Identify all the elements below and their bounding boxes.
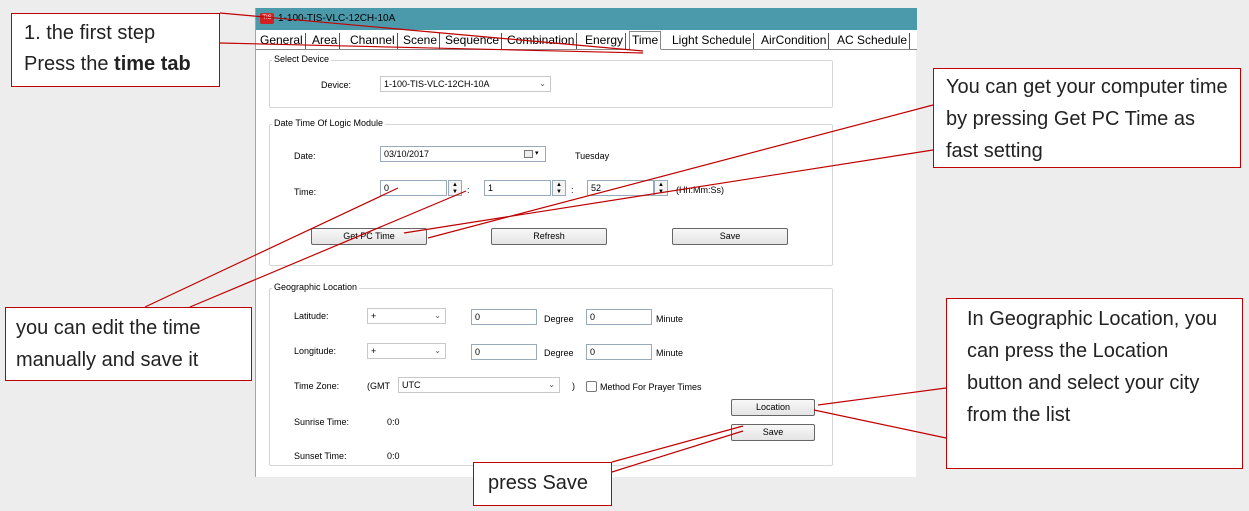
first-step-line2: Press the time tab	[24, 49, 207, 80]
pointer-line-pc-time-b	[403, 149, 934, 234]
geo-callout: In Geographic Location, you can press th…	[946, 298, 1243, 469]
pc-time-callout: You can get your computer time by pressi…	[933, 68, 1241, 168]
pointer-line-manual-a	[144, 187, 399, 308]
pointer-line-save-b	[611, 430, 744, 473]
pointer-line-geo-a	[817, 387, 947, 406]
pointer-line-geo-b	[813, 409, 947, 439]
pointer-line-first-step-b	[219, 42, 644, 54]
first-step-callout: 1. the first step Press the time tab	[11, 13, 220, 87]
first-step-bold: time tab	[114, 53, 191, 75]
save-callout: press Save	[473, 462, 612, 506]
pointer-line-pc-time-a	[427, 104, 934, 239]
pointer-line-first-step-a	[219, 12, 644, 52]
first-step-prefix: Press the	[24, 53, 115, 75]
manual-callout: you can edit the time manually and save …	[5, 307, 252, 381]
first-step-line1: 1. the first step	[24, 22, 156, 44]
pointer-line-save-a	[611, 425, 744, 463]
pointer-line-manual-b	[189, 190, 467, 308]
